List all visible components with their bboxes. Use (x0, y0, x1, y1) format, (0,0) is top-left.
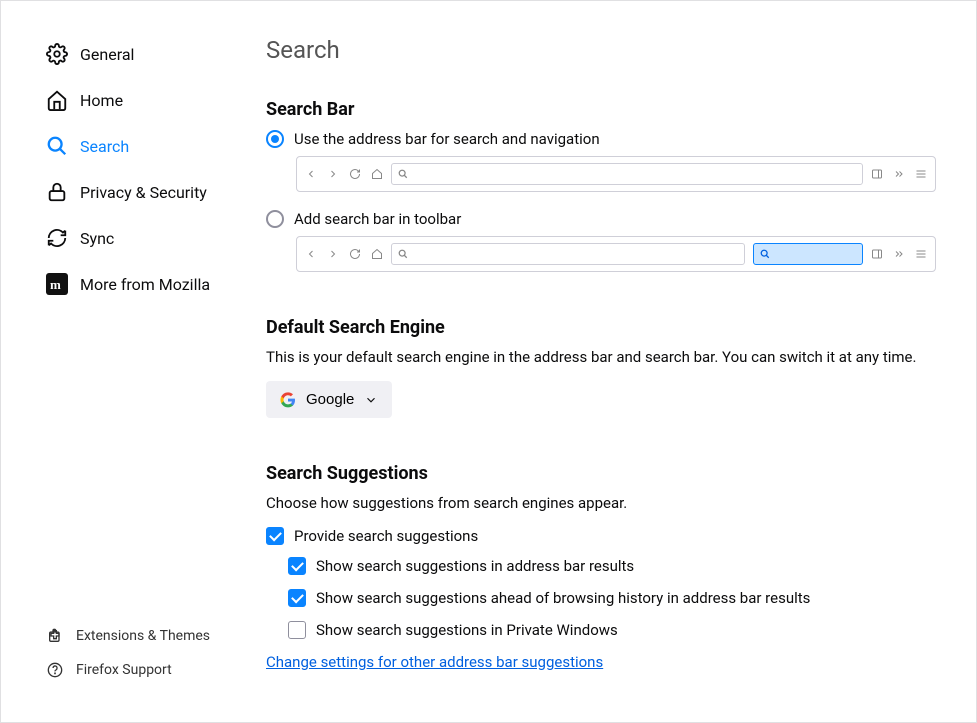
sidebar-item-home[interactable]: Home (1, 77, 236, 123)
address-bar-preview (391, 243, 745, 265)
checkbox-private-windows[interactable]: Show search suggestions in Private Windo… (288, 621, 936, 639)
menu-icon (915, 248, 927, 260)
link-other-suggestions[interactable]: Change settings for other address bar su… (266, 653, 603, 671)
sidebar-label: Firefox Support (76, 662, 172, 678)
main-content: Search Search Bar Use the address bar fo… (236, 1, 976, 722)
settings-sidebar: General Home Search Privacy & Security S… (1, 1, 236, 722)
home-icon (46, 89, 68, 111)
checkbox-icon (288, 621, 306, 639)
sidebar-item-mozilla[interactable]: m More from Mozilla (1, 261, 236, 307)
checkbox-label: Show search suggestions in Private Windo… (316, 621, 618, 639)
toolbar-preview-separate (296, 236, 936, 272)
radio-icon (266, 210, 284, 228)
google-icon (280, 392, 296, 408)
overflow-icon (893, 168, 905, 180)
search-bar-preview (753, 243, 863, 265)
reload-icon (349, 168, 361, 180)
checkbox-label: Provide search suggestions (294, 527, 478, 545)
search-engine-select[interactable]: Google (266, 381, 392, 418)
sidebar-label: Home (80, 91, 123, 110)
radio-label: Add search bar in toolbar (294, 210, 461, 228)
engine-name: Google (306, 391, 354, 408)
forward-icon (327, 168, 339, 180)
search-icon (46, 135, 68, 157)
back-icon (305, 168, 317, 180)
search-small-icon (760, 249, 770, 259)
radio-icon (266, 130, 284, 148)
help-icon (46, 661, 64, 679)
checkbox-ahead-history[interactable]: Show search suggestions ahead of browsin… (288, 589, 936, 607)
section-default-engine: Default Search Engine This is your defau… (266, 317, 936, 418)
puzzle-icon (46, 627, 64, 645)
back-icon (305, 248, 317, 260)
gear-icon (46, 43, 68, 65)
section-title: Default Search Engine (266, 317, 936, 338)
sidebar-label: General (80, 45, 134, 64)
lock-icon (46, 181, 68, 203)
checkbox-addr-results[interactable]: Show search suggestions in address bar r… (288, 557, 936, 575)
section-title: Search Bar (266, 99, 936, 120)
checkbox-icon (288, 589, 306, 607)
sidebar-icon (871, 168, 883, 180)
checkbox-provide-suggestions[interactable]: Provide search suggestions (266, 527, 936, 545)
reload-icon (349, 248, 361, 260)
sidebar-item-general[interactable]: General (1, 31, 236, 77)
search-small-icon (398, 249, 408, 259)
radio-toolbar-bar[interactable]: Add search bar in toolbar (266, 210, 936, 228)
checkbox-label: Show search suggestions in address bar r… (316, 557, 634, 575)
section-description: This is your default search engine in th… (266, 348, 936, 366)
chevron-down-icon (364, 393, 378, 407)
toolbar-preview-unified (296, 156, 936, 192)
sidebar-item-sync[interactable]: Sync (1, 215, 236, 261)
section-title: Search Suggestions (266, 463, 936, 484)
sidebar-label: Extensions & Themes (76, 628, 210, 644)
sync-icon (46, 227, 68, 249)
sidebar-item-search[interactable]: Search (1, 123, 236, 169)
sidebar-label: Search (80, 137, 129, 156)
home-small-icon (371, 168, 383, 180)
sidebar-label: Sync (80, 229, 114, 248)
radio-label: Use the address bar for search and navig… (294, 130, 600, 148)
checkbox-label: Show search suggestions ahead of browsin… (316, 589, 810, 607)
sidebar-item-privacy[interactable]: Privacy & Security (1, 169, 236, 215)
address-bar-preview (391, 163, 863, 185)
sidebar-item-extensions[interactable]: Extensions & Themes (1, 619, 236, 653)
sidebar-label: Privacy & Security (80, 183, 207, 202)
sidebar-item-support[interactable]: Firefox Support (1, 653, 236, 687)
svg-text:m: m (50, 277, 61, 292)
radio-address-bar[interactable]: Use the address bar for search and navig… (266, 130, 936, 148)
section-search-bar: Search Bar Use the address bar for searc… (266, 99, 936, 272)
checkbox-icon (288, 557, 306, 575)
page-title: Search (266, 36, 936, 64)
sidebar-icon (871, 248, 883, 260)
sidebar-label: More from Mozilla (80, 275, 210, 294)
home-small-icon (371, 248, 383, 260)
search-small-icon (398, 169, 408, 179)
section-suggestions: Search Suggestions Choose how suggestion… (266, 463, 936, 671)
overflow-icon (893, 248, 905, 260)
checkbox-icon (266, 527, 284, 545)
mozilla-icon: m (46, 273, 68, 295)
menu-icon (915, 168, 927, 180)
section-description: Choose how suggestions from search engin… (266, 494, 936, 512)
forward-icon (327, 248, 339, 260)
